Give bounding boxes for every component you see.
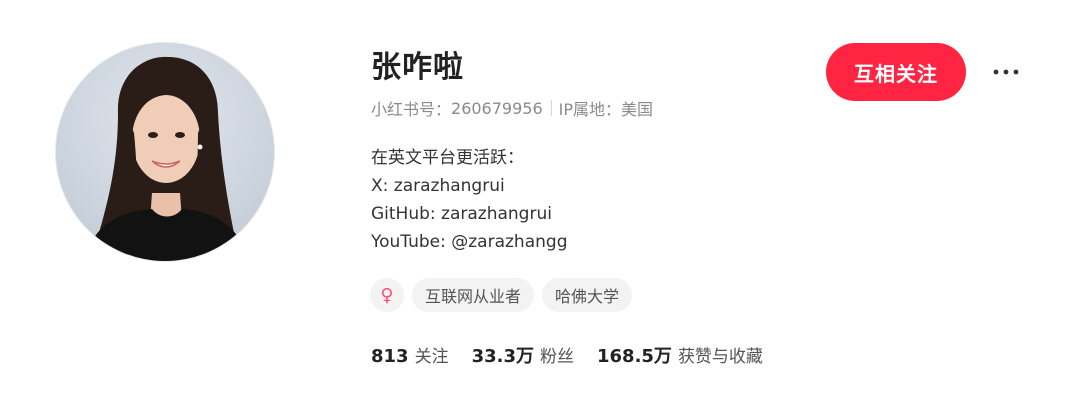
stat-label: 粉丝 <box>540 347 574 367</box>
ip-location-label: IP属地： <box>558 100 622 119</box>
stat-following[interactable]: 813 关注 <box>371 342 449 367</box>
avatar-photo <box>56 43 274 261</box>
more-button[interactable] <box>988 56 1024 88</box>
tag-occupation: 互联网从业者 <box>412 278 535 312</box>
stat-followers[interactable]: 33.3万 粉丝 <box>472 342 574 368</box>
account-id: 260679956 <box>451 98 543 118</box>
bio-line: 在英文平台更活跃： <box>371 148 524 168</box>
profile-stats: 813 关注 33.3万 粉丝 168.5万 获赞与收藏 <box>371 342 786 368</box>
bio-line: YouTube: @zarazhangg <box>371 232 568 252</box>
follow-button[interactable]: 互相关注 <box>826 43 966 101</box>
stat-value: 33.3万 <box>471 346 534 367</box>
stat-likes-collects[interactable]: 168.5万 获赞与收藏 <box>597 342 763 368</box>
stat-value: 168.5万 <box>597 346 672 367</box>
stat-value: 813 <box>371 346 409 367</box>
profile-name: 张咋啦 <box>371 50 464 85</box>
profile-tags: ♀ 互联网从业者 哈佛大学 <box>370 278 633 312</box>
profile-meta: 小红书号： 260679956 IP属地： 美国 <box>371 96 653 120</box>
avatar[interactable] <box>56 43 274 261</box>
ip-location: 美国 <box>621 100 654 119</box>
account-id-label: 小红书号： <box>371 100 452 119</box>
bio-line: GitHub: zarazhangrui <box>371 204 552 224</box>
stat-label: 关注 <box>414 347 449 367</box>
gender-tag: ♀ <box>370 278 404 312</box>
more-dots-icon <box>993 69 1019 75</box>
stat-label: 获赞与收藏 <box>677 347 763 367</box>
meta-divider <box>550 100 552 116</box>
profile-bio: 在英文平台更活跃： X: zarazhangrui GitHub: zarazh… <box>371 144 567 256</box>
female-icon: ♀ <box>380 284 394 306</box>
tag-school: 哈佛大学 <box>542 278 633 312</box>
bio-line: X: zarazhangrui <box>371 176 505 196</box>
profile-header: 张咋啦 小红书号： 260679956 IP属地： 美国 在英文平台更活跃： X… <box>0 0 1080 406</box>
